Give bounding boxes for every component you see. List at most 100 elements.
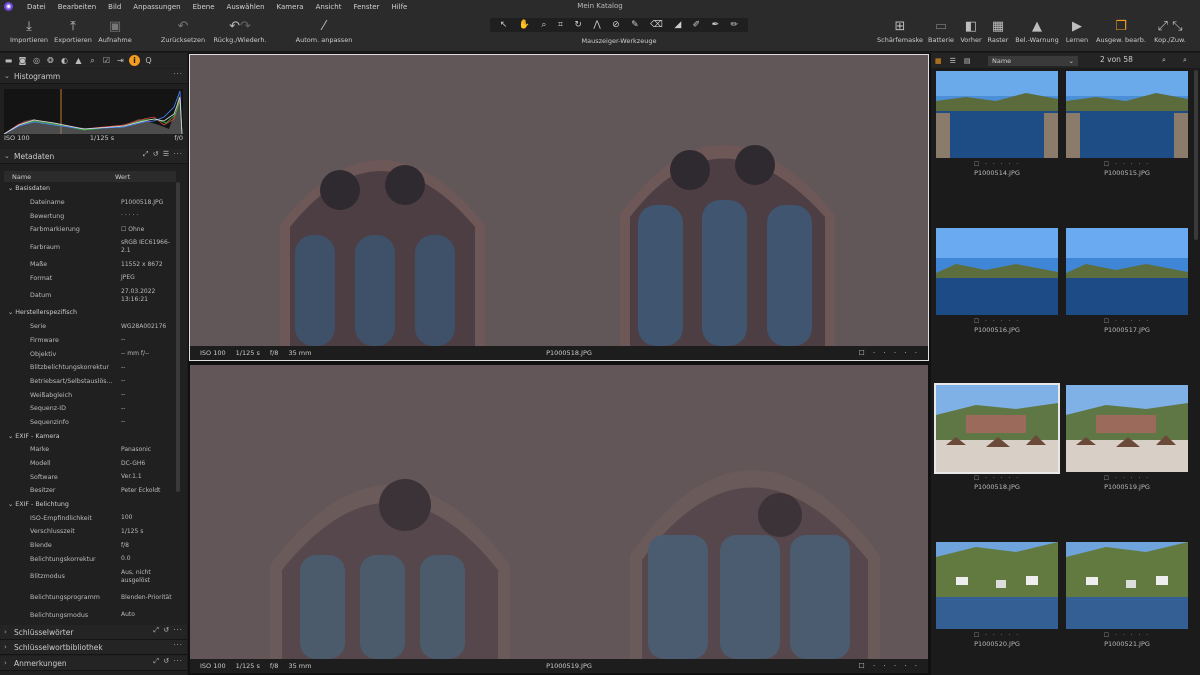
keywords-header[interactable]: › Schlüsselwörter ⤢ ↺ ··· xyxy=(0,625,187,640)
thumbnail[interactable]: ☐ · · · · · P1000520.JPG xyxy=(935,541,1059,648)
thumbnail-rating[interactable]: ☐ · · · · · xyxy=(935,475,1059,482)
section-actions-icon[interactable]: ⤢ ↺ ☰ ··· xyxy=(143,150,183,159)
details-icon[interactable]: ▲ xyxy=(73,55,84,66)
pan-hand-icon[interactable]: ✋ xyxy=(519,20,530,30)
exposure-icon[interactable]: ◐ xyxy=(59,55,70,66)
exposure-warning-button[interactable]: ▲ Bel.-Warnung xyxy=(1012,16,1062,45)
search-icon[interactable]: ⌕ xyxy=(1162,56,1166,65)
thumbnail-image[interactable] xyxy=(1066,71,1188,158)
picker-icon[interactable]: ✒ xyxy=(712,20,720,30)
rotate-icon[interactable]: ↻ xyxy=(574,20,582,30)
select-cursor-icon[interactable]: ↖ xyxy=(500,20,508,30)
info-icon[interactable]: i xyxy=(129,55,140,66)
export-button[interactable]: ⤒ Exportieren xyxy=(52,16,94,45)
thumbnail-image[interactable] xyxy=(936,71,1058,158)
metadata-group[interactable]: ⌄ Basisdaten xyxy=(4,182,176,196)
grid-button[interactable]: ▦ Raster xyxy=(985,16,1011,45)
menu-auswaehlen[interactable]: Auswählen xyxy=(221,3,271,11)
filter-icon[interactable]: ⌕ xyxy=(1183,56,1187,65)
eraser-icon[interactable]: ⌫ xyxy=(650,20,663,30)
thumbnail[interactable]: ☐ · · · · · P1000521.JPG xyxy=(1065,541,1189,648)
output-icon[interactable]: ⇥ xyxy=(115,55,126,66)
menu-datei[interactable]: Datei xyxy=(21,3,52,11)
browser-scrollbar[interactable] xyxy=(1194,70,1198,240)
undo-redo-button[interactable]: ↶ ↷ Rückg./Wiederh. xyxy=(210,16,270,45)
thumbnail-image[interactable] xyxy=(936,228,1058,315)
color-icon[interactable]: ❂ xyxy=(45,55,56,66)
column-name[interactable]: Name xyxy=(4,173,115,181)
viewer-pane-bottom[interactable]: ISO 100 1/125 s f/8 35 mm P1000519.JPG ☐… xyxy=(190,365,928,673)
thumbnail-rating[interactable]: ☐ · · · · · xyxy=(935,318,1059,325)
thumbnail[interactable]: ☐ · · · · · P1000519.JPG xyxy=(1065,384,1189,491)
battery-button[interactable]: ▭ Batterie xyxy=(926,16,956,45)
thumbnail-rating[interactable]: ☐ · · · · · xyxy=(1065,318,1189,325)
menu-hilfe[interactable]: Hilfe xyxy=(385,3,413,11)
metadata-group[interactable]: ⌄ EXIF - Kamera xyxy=(4,429,176,443)
more-icon[interactable]: ··· xyxy=(173,641,183,649)
brush-icon[interactable]: ✎ xyxy=(631,20,639,30)
gradient-icon[interactable]: ◢ xyxy=(674,20,681,30)
sort-select[interactable]: Name ⌄ xyxy=(988,56,1078,66)
grid-view-icon[interactable]: ▦ xyxy=(935,57,942,65)
learn-button[interactable]: ▶ Lernen xyxy=(1063,16,1091,45)
rating-control[interactable]: ☐ · · · · · xyxy=(858,662,920,670)
lens-icon[interactable]: ◎ xyxy=(31,55,42,66)
edit-selected-button[interactable]: ❐ Ausgew. bearb. xyxy=(1093,16,1149,45)
menu-anpassungen[interactable]: Anpassungen xyxy=(127,3,186,11)
menu-fenster[interactable]: Fenster xyxy=(347,3,385,11)
thumbnail[interactable]: ☐ · · · · · P1000517.JPG xyxy=(1065,227,1189,334)
folder-icon[interactable]: ▬ xyxy=(3,55,14,66)
before-button[interactable]: ◧ Vorher xyxy=(958,16,984,45)
thumbnail-image[interactable] xyxy=(934,383,1060,474)
metadata-header[interactable]: ⌄ Metadaten ⤢ ↺ ☰ ··· xyxy=(0,149,187,164)
menu-ansicht[interactable]: Ansicht xyxy=(310,3,348,11)
menu-kamera[interactable]: Kamera xyxy=(271,3,310,11)
zoom-icon[interactable]: ⌕ xyxy=(541,20,546,30)
thumbnail[interactable]: ☐ · · · · · P1000516.JPG xyxy=(935,227,1059,334)
focus-mask-button[interactable]: ⊞ Schärfemaske xyxy=(874,16,926,45)
viewer-pane-top[interactable]: ISO 100 1/125 s f/8 35 mm P1000518.JPG ☐… xyxy=(189,54,929,361)
histogram-header[interactable]: ⌄ Histogramm ··· xyxy=(0,69,187,84)
search-tab-icon[interactable]: ⌕ xyxy=(87,55,98,66)
reset-button[interactable]: ↶ Zurücksetzen xyxy=(160,16,206,45)
metadata-group[interactable]: ⌄ EXIF - Belichtung xyxy=(4,498,176,512)
keystone-icon[interactable]: ⋀ xyxy=(593,20,600,30)
keyword-library-header[interactable]: › Schlüsselwortbibliothek ··· xyxy=(0,640,187,655)
import-button[interactable]: ⤓ Importieren xyxy=(8,16,50,45)
menu-ebene[interactable]: Ebene xyxy=(187,3,221,11)
thumbnail[interactable]: ☐ · · · · · P1000518.JPG xyxy=(934,383,1060,491)
filmstrip-view-icon[interactable]: ▤ xyxy=(964,57,971,65)
spot-icon[interactable]: ⊘ xyxy=(612,20,620,30)
checklist-icon[interactable]: ☑ xyxy=(101,55,112,66)
menu-bearbeiten[interactable]: Bearbeiten xyxy=(52,3,102,11)
thumbnail-rating[interactable]: ☐ · · · · · xyxy=(935,632,1059,639)
pen-icon[interactable]: ✐ xyxy=(693,20,701,30)
capture-button[interactable]: ▣ Aufnahme xyxy=(96,16,134,45)
list-view-icon[interactable]: ☰ xyxy=(950,57,956,65)
thumbnail-image[interactable] xyxy=(1066,228,1188,315)
thumbnail-rating[interactable]: ☐ · · · · · xyxy=(935,161,1059,168)
thumbnail-image[interactable] xyxy=(936,542,1058,629)
thumbnail-image[interactable] xyxy=(1066,542,1188,629)
camera-tab-icon[interactable]: ◙ xyxy=(17,55,28,66)
auto-adjust-button[interactable]: ⁄ Autom. anpassen xyxy=(294,16,354,45)
column-value[interactable]: Wert xyxy=(115,173,130,181)
thumbnail-rating[interactable]: ☐ · · · · · xyxy=(1065,161,1189,168)
metadata-scrollbar[interactable] xyxy=(176,182,180,492)
thumbnail-rating[interactable]: ☐ · · · · · xyxy=(1065,475,1189,482)
thumbnail[interactable]: ☐ · · · · · P1000514.JPG xyxy=(935,70,1059,177)
section-actions-icon[interactable]: ⤢ ↺ ··· xyxy=(153,626,183,635)
rating-control[interactable]: ☐ · · · · · xyxy=(858,349,920,357)
copy-apply-button[interactable]: ⤢ ⤡ Kop./Zuw. xyxy=(1150,16,1190,45)
crop-icon[interactable]: ⌗ xyxy=(558,20,563,30)
annotations-header[interactable]: › Anmerkungen ⤢ ↺ ··· xyxy=(0,656,187,671)
metadata-group[interactable]: ⌄ Herstellerspezifisch xyxy=(4,306,176,320)
thumbnail[interactable]: ☐ · · · · · P1000515.JPG xyxy=(1065,70,1189,177)
quick-icon[interactable]: Q xyxy=(143,55,154,66)
menu-bild[interactable]: Bild xyxy=(102,3,127,11)
thumbnail-rating[interactable]: ☐ · · · · · xyxy=(1065,632,1189,639)
section-actions-icon[interactable]: ⤢ ↺ ··· xyxy=(153,657,183,666)
annotate-icon[interactable]: ✏ xyxy=(731,20,739,30)
more-icon[interactable]: ··· xyxy=(173,70,183,78)
thumbnail-image[interactable] xyxy=(1066,385,1188,472)
